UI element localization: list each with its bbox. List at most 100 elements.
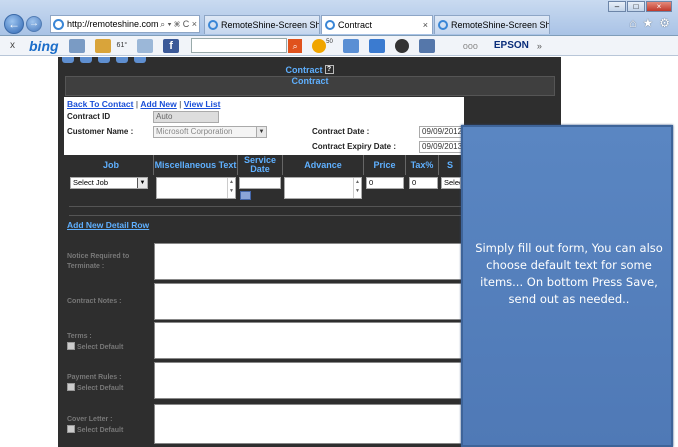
section-header: Contract [65,76,555,96]
page-title-text: Contract [285,65,323,75]
service-date-input[interactable] [239,177,281,189]
cover-letter-label: Cover Letter : Select Default [67,415,123,436]
help-icon[interactable]: ? [324,65,334,74]
col-price: Price [364,155,406,175]
contract-notes-textarea[interactable] [154,283,462,320]
scroll-arrows-icon[interactable]: ▲ ▼ [353,178,361,198]
tab-contract[interactable]: Contract × [321,15,433,34]
tab-remoteshine-1[interactable]: RemoteShine-Screen Shots [204,15,320,34]
payment-default-text: Select Default [77,385,124,392]
tab-label: RemoteShine-Screen Shots [221,20,320,30]
scroll-arrows-icon[interactable]: ▲ ▼ [227,178,235,198]
rewards-icon[interactable] [312,38,327,53]
chat-icon[interactable] [368,38,385,53]
contract-date-label: Contract Date : [312,127,370,136]
weather-temp[interactable]: 61° [117,42,128,49]
contract-notes-label: Contract Notes : [67,297,121,307]
gear-icon[interactable]: ⚙ [659,16,670,30]
rewards-badge: 50 [326,38,333,45]
epson-logo[interactable]: EPSON [494,40,529,51]
like-icon[interactable] [342,38,359,53]
terms-text: Terms : [67,333,92,340]
add-new-link[interactable]: Add New [140,99,176,109]
address-url: http://remoteshine.com [67,19,159,29]
advance-input[interactable]: ▲ ▼ [284,177,362,199]
col-job: Job [69,155,154,175]
close-tab-icon[interactable]: × [423,16,428,34]
job-select-value: Select Job [73,178,109,187]
cover-default-checkbox[interactable] [67,425,75,433]
strip-icon[interactable] [116,57,128,63]
tax-input[interactable]: 0 [409,177,438,189]
strip-icon[interactable] [80,57,92,63]
col-advance: Advance [283,155,364,175]
contract-header-form: Back To Contact | Add New | View List Co… [64,97,464,155]
terms-label: Terms : Select Default [67,332,123,353]
close-window-button[interactable]: × [646,1,672,12]
view-list-link[interactable]: View List [184,99,221,109]
back-to-contact-link[interactable]: Back To Contact [67,99,133,109]
expiry-date-input[interactable]: 09/09/2013 [419,141,464,153]
facebook-icon[interactable]: f [163,38,180,53]
maps-icon[interactable] [94,38,111,53]
minimize-button[interactable]: – [608,1,626,12]
mail-icon[interactable] [137,38,154,53]
contract-id-label: Contract ID [67,112,111,121]
col-service-date: Service Date [238,155,283,175]
bing-toolbar: x bing 61° f ⌕ 50 ooo EPSON » [0,36,678,56]
link-separator: | [179,99,182,109]
toolbar-search-input[interactable] [191,38,288,53]
cover-letter-textarea[interactable] [154,404,462,444]
tab-label: RemoteShine-Screen Shots [451,20,550,30]
col-tax: Tax% [406,155,439,175]
tutorial-callout: Simply fill out form, You can also choos… [461,125,673,447]
status-select[interactable]: Selec [441,177,461,189]
contract-date-input[interactable]: 09/09/2012 [419,126,464,138]
strip-icon[interactable] [62,57,74,63]
news-icon[interactable] [68,38,85,53]
forward-arrow-icon[interactable]: → [26,16,42,32]
toolbar-dots[interactable]: ooo [463,41,478,51]
favorites-star-icon[interactable]: ★ [642,16,653,30]
maximize-button[interactable]: □ [627,1,645,12]
strip-icon[interactable] [134,57,146,63]
callout-text: Simply fill out form, You can also choos… [475,241,663,306]
expiry-date-label: Contract Expiry Date : [312,142,397,151]
home-icon[interactable]: ⌂ [629,16,636,30]
payment-default-checkbox[interactable] [67,383,75,391]
search-icon[interactable]: ⌕ [288,38,303,53]
job-select[interactable]: Select Job ▼ [70,177,148,189]
customer-name-select[interactable]: Microsoft Corporation ▼ [153,126,267,138]
payment-rules-textarea[interactable] [154,362,462,399]
ie-icon [53,19,64,30]
notice-terminate-textarea[interactable] [154,243,462,280]
notice-terminate-label: Notice Required to Terminate : [67,252,147,272]
customer-name-label: Customer Name : [67,127,134,136]
tab-remoteshine-2[interactable]: RemoteShine-Screen Shots [434,15,550,34]
circle-icon[interactable] [394,38,409,53]
close-toolbar-icon[interactable]: x [10,40,15,51]
calendar-icon[interactable] [240,191,251,200]
address-bar[interactable]: http://remoteshine.com ⌕ ▾ ⌘ C × [50,15,200,33]
back-arrow-icon[interactable]: ← [4,14,24,34]
price-input[interactable]: 0 [366,177,404,189]
tab-label: Contract [338,20,373,30]
terms-default-checkbox[interactable] [67,342,75,350]
browser-titlebar: – □ × ← → http://remoteshine.com ⌕ ▾ ⌘ C… [0,0,678,36]
terms-textarea[interactable] [154,322,462,359]
top-icon-strip [62,57,152,63]
col-s: S [446,159,453,170]
toolbar-more-icon[interactable]: » [537,41,542,51]
payment-rules-text: Payment Rules : [67,374,122,381]
link-separator: | [135,99,139,109]
address-tools[interactable]: ⌕ ▾ ⌘ C × [160,16,197,32]
strip-icon[interactable] [98,57,110,63]
misc-text-input[interactable]: ▲ ▼ [156,177,236,199]
bing-logo[interactable]: bing [29,38,59,54]
chevron-down-icon[interactable]: ▼ [137,178,147,188]
video-icon[interactable] [418,38,435,53]
add-detail-row-link[interactable]: Add New Detail Row [67,220,149,230]
row-divider [69,215,461,216]
detail-grid-row: Select Job ▼ ▲ ▼ ▲ ▼ 0 0 Selec [69,176,461,200]
chevron-down-icon[interactable]: ▼ [256,127,266,137]
